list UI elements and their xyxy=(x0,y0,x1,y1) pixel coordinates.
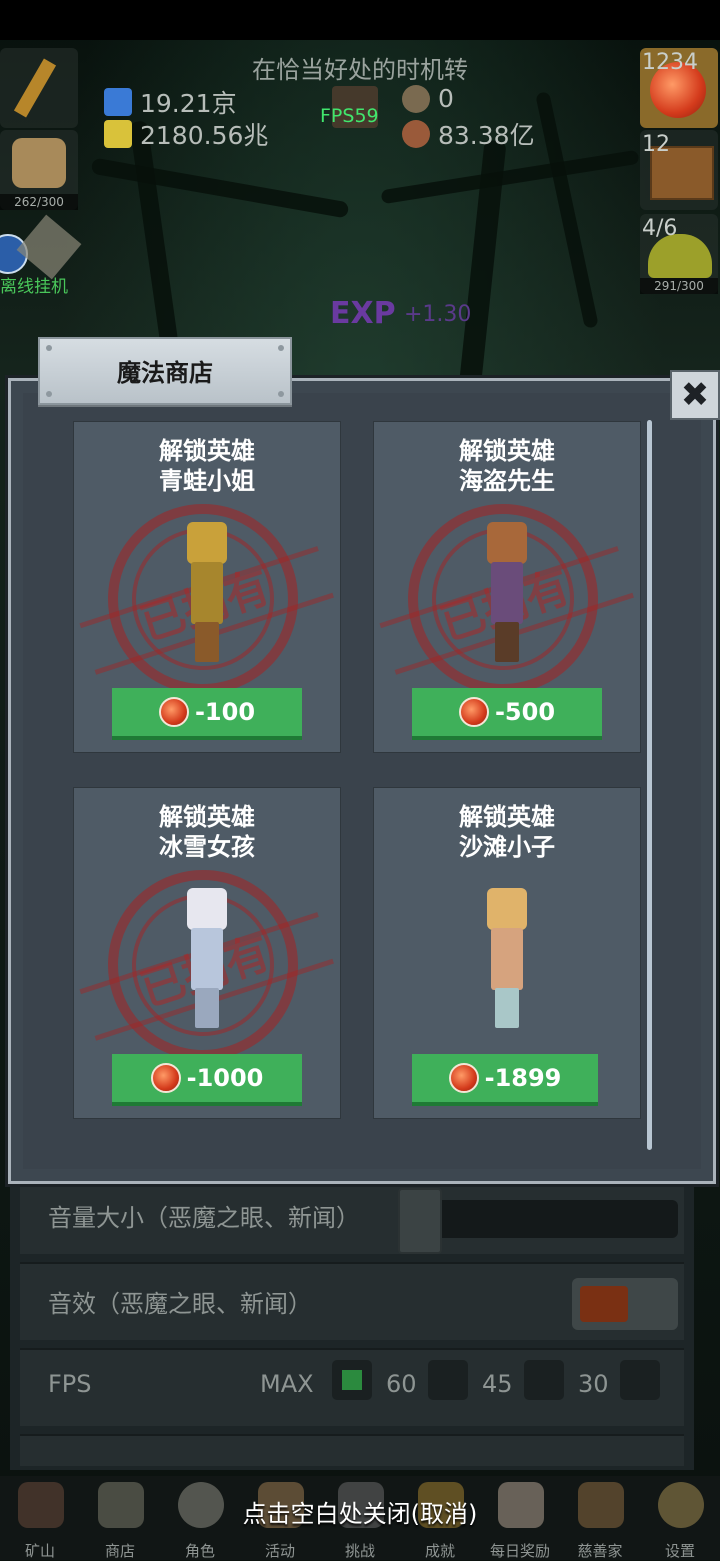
hero-sprite-pirate xyxy=(487,522,527,664)
price-label: -100 xyxy=(194,698,256,726)
food-icon xyxy=(12,138,66,188)
fps-option-max-label: MAX xyxy=(260,1370,314,1398)
price-label: -1899 xyxy=(484,1064,562,1092)
modal-title-tab: 魔法商店 xyxy=(38,337,292,405)
price-label: -1000 xyxy=(186,1064,264,1092)
sfx-row: 音效（恶魔之眼、新闻） xyxy=(20,1262,684,1340)
sfx-label: 音效（恶魔之眼、新闻） xyxy=(48,1290,312,1318)
slime-slot[interactable]: 4/6 291/300 xyxy=(640,214,718,294)
card-title-line2: 冰雪女孩 xyxy=(159,833,255,861)
torch-slot[interactable] xyxy=(0,48,78,128)
fps-option-45-checkbox[interactable] xyxy=(524,1360,564,1400)
yellow-gem-value: 2180.56兆 xyxy=(140,121,269,150)
card-title-line2: 青蛙小姐 xyxy=(159,467,255,495)
settings-row-partial xyxy=(20,1434,684,1466)
modal-scrollbar[interactable] xyxy=(647,420,652,1150)
news-ticker: 在恰当好处的时机转 xyxy=(252,56,468,84)
buy-button-pirate[interactable]: -500 xyxy=(412,688,602,740)
seed-icon xyxy=(402,84,430,113)
sfx-toggle[interactable] xyxy=(572,1278,678,1330)
volume-slider-track[interactable] xyxy=(404,1200,678,1238)
blue-gem-value: 19.21京 xyxy=(140,89,237,118)
fps-setting-label: FPS xyxy=(48,1370,92,1398)
nav-character-label: 角色 xyxy=(184,1542,215,1560)
meat-counter: 83.38亿 xyxy=(402,116,535,152)
chest-count: 12 xyxy=(642,132,670,157)
hero-card-pirate: 解锁英雄 海盗先生 已拥有 -500 xyxy=(373,421,641,753)
fps-counter: FPS59 xyxy=(320,105,379,127)
food-slot[interactable]: 262/300 xyxy=(0,130,78,210)
nav-achievement-label: 成就 xyxy=(424,1542,455,1560)
nav-settings-label: 设置 xyxy=(664,1542,695,1560)
volume-row: 音量大小（恶魔之眼、新闻） xyxy=(20,1176,684,1254)
nav-philanthropist-label: 慈善家 xyxy=(577,1542,623,1560)
fps-option-30-checkbox[interactable] xyxy=(620,1360,660,1400)
yellow-gem-counter: 2180.56兆 xyxy=(104,116,268,152)
slime-progress: 291/300 xyxy=(640,278,718,294)
meat-value: 83.38亿 xyxy=(438,121,535,150)
close-icon: ✖ xyxy=(680,375,710,415)
seed-counter: 0 xyxy=(402,84,454,113)
meat-icon xyxy=(402,120,430,148)
potion-icon xyxy=(458,697,489,727)
card-title-line2: 海盗先生 xyxy=(459,467,555,495)
offline-label[interactable]: 离线挂机 xyxy=(0,272,68,297)
volume-slider-thumb[interactable] xyxy=(398,1188,442,1254)
fps-option-60-label: 60 xyxy=(386,1370,417,1398)
hero-sprite-snow-girl xyxy=(187,888,227,1030)
yellow-gem-icon xyxy=(104,120,132,148)
fps-option-30-label: 30 xyxy=(578,1370,609,1398)
close-button[interactable]: ✖ xyxy=(670,370,720,420)
fps-option-max-checkbox[interactable] xyxy=(332,1360,372,1400)
settings-panel: 音量大小（恶魔之眼、新闻） 音效（恶魔之眼、新闻） FPS MAX 60 45 … xyxy=(10,1160,694,1470)
sfx-toggle-knob xyxy=(580,1286,628,1322)
potion-count: 1234 xyxy=(642,50,698,75)
potion-icon xyxy=(150,1063,181,1093)
hero-card-snow-girl: 解锁英雄 冰雪女孩 已拥有 -1000 xyxy=(73,787,341,1119)
status-bar-area xyxy=(0,0,720,40)
exp-gain: +1.30 xyxy=(404,302,472,327)
close-hint[interactable]: 点击空白处关闭(取消) xyxy=(0,1494,720,1529)
torch-icon xyxy=(13,58,57,118)
blue-gem-counter: 19.21京 xyxy=(104,84,237,120)
price-label: -500 xyxy=(494,698,556,726)
buy-button-snow-girl[interactable]: -1000 xyxy=(112,1054,302,1106)
nav-shop-label: 商店 xyxy=(104,1542,135,1560)
seed-value: 0 xyxy=(438,84,454,113)
modal-title: 魔法商店 xyxy=(117,359,213,387)
key-icon xyxy=(16,214,82,280)
exp-label: EXP xyxy=(330,296,396,331)
potion-icon xyxy=(158,697,189,727)
volume-label: 音量大小（恶魔之眼、新闻） xyxy=(48,1204,360,1232)
nav-activity-label: 活动 xyxy=(264,1542,295,1560)
nav-daily-reward-label: 每日奖励 xyxy=(489,1542,550,1560)
nav-mine-label: 矿山 xyxy=(24,1542,55,1560)
fps-option-60-checkbox[interactable] xyxy=(428,1360,468,1400)
nav-challenge-label: 挑战 xyxy=(344,1542,375,1560)
buy-button-frog[interactable]: -100 xyxy=(112,688,302,740)
fps-row: FPS MAX 60 45 30 xyxy=(20,1348,684,1426)
card-title-line1: 解锁英雄 xyxy=(159,803,255,831)
card-title-line1: 解锁英雄 xyxy=(459,437,555,465)
potion-icon xyxy=(448,1063,479,1093)
hero-card-beach-boy: 解锁英雄 沙滩小子 -1899 xyxy=(373,787,641,1119)
hero-sprite-frog xyxy=(187,522,227,664)
card-title-line1: 解锁英雄 xyxy=(459,803,555,831)
blue-gem-icon xyxy=(104,88,132,116)
potion-slot[interactable]: 1234 xyxy=(640,48,718,128)
hero-card-frog: 解锁英雄 青蛙小姐 已拥有 -100 xyxy=(73,421,341,753)
chest-slot[interactable]: 12 xyxy=(640,130,718,210)
buy-button-beach-boy[interactable]: -1899 xyxy=(412,1054,598,1106)
fps-option-45-label: 45 xyxy=(482,1370,513,1398)
hero-sprite-beach-boy xyxy=(487,888,527,1030)
card-title-line2: 沙滩小子 xyxy=(459,833,555,861)
food-progress: 262/300 xyxy=(0,194,78,210)
slime-count: 4/6 xyxy=(642,216,678,241)
card-title-line1: 解锁英雄 xyxy=(159,437,255,465)
